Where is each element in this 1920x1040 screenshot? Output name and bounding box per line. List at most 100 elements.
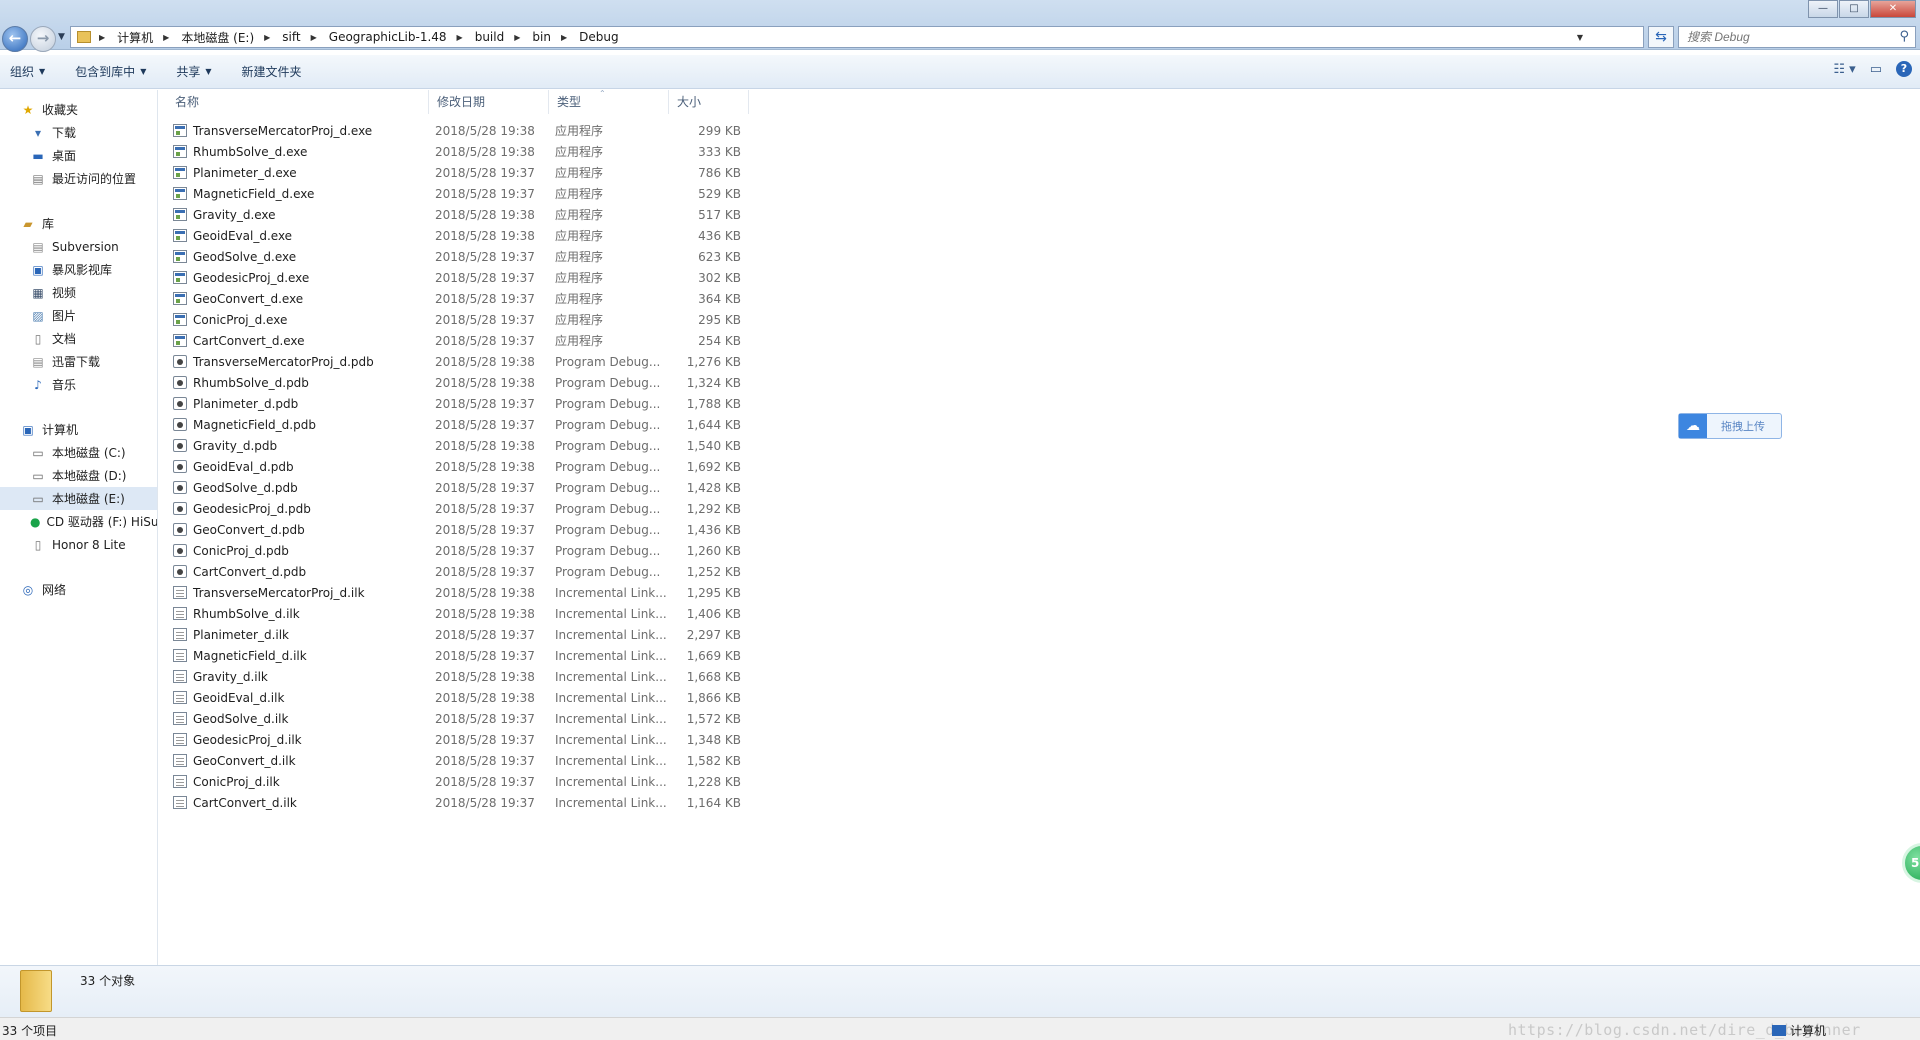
file-row[interactable]: GeodSolve_d.exe 2018/5/28 19:37 应用程序 623 KB	[173, 246, 741, 267]
refresh-button[interactable]: ⇆	[1648, 26, 1674, 48]
network-header[interactable]: ◎ 网络	[0, 578, 157, 601]
address-bar[interactable]: ▶ 计算机 ▶ 本地磁盘 (E:) ▶ sift ▶ GeographicLib-1.4…	[70, 26, 1644, 48]
file-name-cell[interactable]: GeoidEval_d.pdb	[173, 460, 435, 474]
file-name-cell[interactable]: MagneticField_d.pdb	[173, 418, 435, 432]
file-row[interactable]: GeoidEval_d.ilk 2018/5/28 19:38 Incrementa…	[173, 687, 741, 708]
search-icon[interactable]: ⚲	[1899, 29, 1909, 44]
sidebar-item-drive-e[interactable]: ▭ 本地磁盘 (E:)	[0, 487, 157, 510]
file-row[interactable]: Gravity_d.exe 2018/5/28 19:38 应用程序 517 KB	[173, 204, 741, 225]
file-row[interactable]: Gravity_d.pdb 2018/5/28 19:38 Program Debu…	[173, 435, 741, 456]
minimize-button[interactable]: —	[1808, 0, 1838, 18]
file-row[interactable]: CartConvert_d.exe 2018/5/28 19:37 应用程序 254 …	[173, 330, 741, 351]
file-name-cell[interactable]: Planimeter_d.pdb	[173, 397, 435, 411]
file-row[interactable]: Planimeter_d.exe 2018/5/28 19:37 应用程序 786 K…	[173, 162, 741, 183]
file-name-cell[interactable]: GeodesicProj_d.exe	[173, 271, 435, 285]
view-options-icon[interactable]: ☷ ▾	[1833, 62, 1855, 77]
favorites-header[interactable]: ★ 收藏夹	[0, 98, 157, 121]
file-row[interactable]: GeodesicProj_d.ilk 2018/5/28 19:37 Increme…	[173, 729, 741, 750]
organize-menu[interactable]: 组织 ▼	[10, 63, 45, 80]
file-name-cell[interactable]: GeodesicProj_d.pdb	[173, 502, 435, 516]
file-name-cell[interactable]: RhumbSolve_d.exe	[173, 145, 435, 159]
column-header-size[interactable]: 大小	[669, 90, 749, 114]
file-name-cell[interactable]: ConicProj_d.pdb	[173, 544, 435, 558]
sidebar-item-recent-places[interactable]: ▤ 最近访问的位置	[0, 167, 157, 190]
address-dropdown-icon[interactable]: ▼	[1577, 33, 1583, 42]
file-name-cell[interactable]: GeoConvert_d.ilk	[173, 754, 435, 768]
search-input[interactable]	[1679, 27, 1879, 47]
search-box[interactable]: ⚲	[1678, 26, 1916, 48]
file-row[interactable]: GeoidEval_d.pdb 2018/5/28 19:38 Program De…	[173, 456, 741, 477]
file-name-cell[interactable]: CartConvert_d.pdb	[173, 565, 435, 579]
file-row[interactable]: GeoConvert_d.ilk 2018/5/28 19:37 Increment…	[173, 750, 741, 771]
sidebar-item-downloads[interactable]: ▾ 下载	[0, 121, 157, 144]
sidebar-item-drive-c[interactable]: ▭ 本地磁盘 (C:)	[0, 441, 157, 464]
file-name-cell[interactable]: TransverseMercatorProj_d.ilk	[173, 586, 435, 600]
sidebar-item-subversion[interactable]: ▤ Subversion	[0, 235, 157, 258]
file-row[interactable]: GeodesicProj_d.pdb 2018/5/28 19:37 Program…	[173, 498, 741, 519]
column-header-name[interactable]: 名称	[167, 90, 429, 114]
maximize-button[interactable]: □	[1839, 0, 1869, 18]
close-button[interactable]: ✕	[1870, 0, 1916, 18]
file-row[interactable]: GeoConvert_d.exe 2018/5/28 19:37 应用程序 364 K…	[173, 288, 741, 309]
libraries-header[interactable]: ▰ 库	[0, 212, 157, 235]
breadcrumb-debug[interactable]: ▶ Debug	[561, 30, 619, 44]
file-row[interactable]: GeodesicProj_d.exe 2018/5/28 19:37 应用程序 302…	[173, 267, 741, 288]
file-name-cell[interactable]: GeoidEval_d.exe	[173, 229, 435, 243]
sidebar-item-baofeng-library[interactable]: ▣ 暴风影视库	[0, 258, 157, 281]
sidebar-item-videos[interactable]: ▦ 视频	[0, 281, 157, 304]
file-name-cell[interactable]: GeodesicProj_d.ilk	[173, 733, 435, 747]
sidebar-item-drive-d[interactable]: ▭ 本地磁盘 (D:)	[0, 464, 157, 487]
file-row[interactable]: GeoConvert_d.pdb 2018/5/28 19:37 Program D…	[173, 519, 741, 540]
file-row[interactable]: TransverseMercatorProj_d.exe 2018/5/28 19…	[173, 120, 741, 141]
file-name-cell[interactable]: Gravity_d.pdb	[173, 439, 435, 453]
breadcrumb-build[interactable]: ▶ build	[457, 30, 505, 44]
file-row[interactable]: TransverseMercatorProj_d.pdb 2018/5/28 19…	[173, 351, 741, 372]
preview-pane-icon[interactable]: ▭	[1870, 62, 1882, 77]
file-row[interactable]: CartConvert_d.ilk 2018/5/28 19:37 Incremen…	[173, 792, 741, 813]
help-icon[interactable]: ?	[1896, 61, 1912, 77]
drag-upload-button[interactable]: ☁ 拖拽上传	[1678, 413, 1782, 439]
breadcrumb-drive-e[interactable]: ▶ 本地磁盘 (E:)	[163, 29, 254, 46]
file-row[interactable]: GeoidEval_d.exe 2018/5/28 19:38 应用程序 436 KB	[173, 225, 741, 246]
file-name-cell[interactable]: CartConvert_d.ilk	[173, 796, 435, 810]
back-button[interactable]: ←	[2, 26, 28, 52]
share-menu[interactable]: 共享 ▼	[176, 63, 211, 80]
file-row[interactable]: MagneticField_d.exe 2018/5/28 19:37 应用程序 52…	[173, 183, 741, 204]
include-library-menu[interactable]: 包含到库中 ▼	[75, 63, 146, 80]
file-row[interactable]: RhumbSolve_d.ilk 2018/5/28 19:38 Increment…	[173, 603, 741, 624]
file-name-cell[interactable]: GeoConvert_d.pdb	[173, 523, 435, 537]
file-row[interactable]: CartConvert_d.pdb 2018/5/28 19:37 Program …	[173, 561, 741, 582]
file-row[interactable]: GeodSolve_d.pdb 2018/5/28 19:37 Program De…	[173, 477, 741, 498]
breadcrumb-geographiclib[interactable]: ▶ GeographicLib-1.48	[311, 30, 447, 44]
file-row[interactable]: ConicProj_d.pdb 2018/5/28 19:37 Program De…	[173, 540, 741, 561]
file-name-cell[interactable]: GeodSolve_d.ilk	[173, 712, 435, 726]
file-name-cell[interactable]: CartConvert_d.exe	[173, 334, 435, 348]
file-name-cell[interactable]: MagneticField_d.exe	[173, 187, 435, 201]
file-row[interactable]: GeodSolve_d.ilk 2018/5/28 19:37 Incrementa…	[173, 708, 741, 729]
file-row[interactable]: MagneticField_d.ilk 2018/5/28 19:37 Increm…	[173, 645, 741, 666]
file-name-cell[interactable]: ConicProj_d.ilk	[173, 775, 435, 789]
file-name-cell[interactable]: GeoConvert_d.exe	[173, 292, 435, 306]
file-name-cell[interactable]: GeoidEval_d.ilk	[173, 691, 435, 705]
breadcrumb-computer[interactable]: ▶ 计算机	[99, 29, 153, 46]
file-row[interactable]: RhumbSolve_d.pdb 2018/5/28 19:38 Program D…	[173, 372, 741, 393]
file-name-cell[interactable]: Gravity_d.exe	[173, 208, 435, 222]
sidebar-item-xunlei-downloads[interactable]: ▤ 迅雷下载	[0, 350, 157, 373]
sidebar-item-documents[interactable]: ▯ 文档	[0, 327, 157, 350]
file-name-cell[interactable]: TransverseMercatorProj_d.pdb	[173, 355, 435, 369]
sidebar-item-pictures[interactable]: ▨ 图片	[0, 304, 157, 327]
file-name-cell[interactable]: Planimeter_d.exe	[173, 166, 435, 180]
file-name-cell[interactable]: RhumbSolve_d.ilk	[173, 607, 435, 621]
column-header-date[interactable]: 修改日期	[429, 90, 549, 114]
file-row[interactable]: MagneticField_d.pdb 2018/5/28 19:37 Progra…	[173, 414, 741, 435]
breadcrumb-sift[interactable]: ▶ sift	[264, 30, 300, 44]
file-name-cell[interactable]: ConicProj_d.exe	[173, 313, 435, 327]
file-row[interactable]: RhumbSolve_d.exe 2018/5/28 19:38 应用程序 333 K…	[173, 141, 741, 162]
sidebar-item-honor-8-lite[interactable]: ▯ Honor 8 Lite	[0, 533, 157, 556]
breadcrumb-bin[interactable]: ▶ bin	[514, 30, 551, 44]
sidebar-item-desktop[interactable]: ▬ 桌面	[0, 144, 157, 167]
file-row[interactable]: TransverseMercatorProj_d.ilk 2018/5/28 19…	[173, 582, 741, 603]
recent-pages-dropdown[interactable]: ▼	[58, 32, 65, 42]
file-name-cell[interactable]: GeodSolve_d.exe	[173, 250, 435, 264]
file-row[interactable]: Gravity_d.ilk 2018/5/28 19:38 Incremental …	[173, 666, 741, 687]
